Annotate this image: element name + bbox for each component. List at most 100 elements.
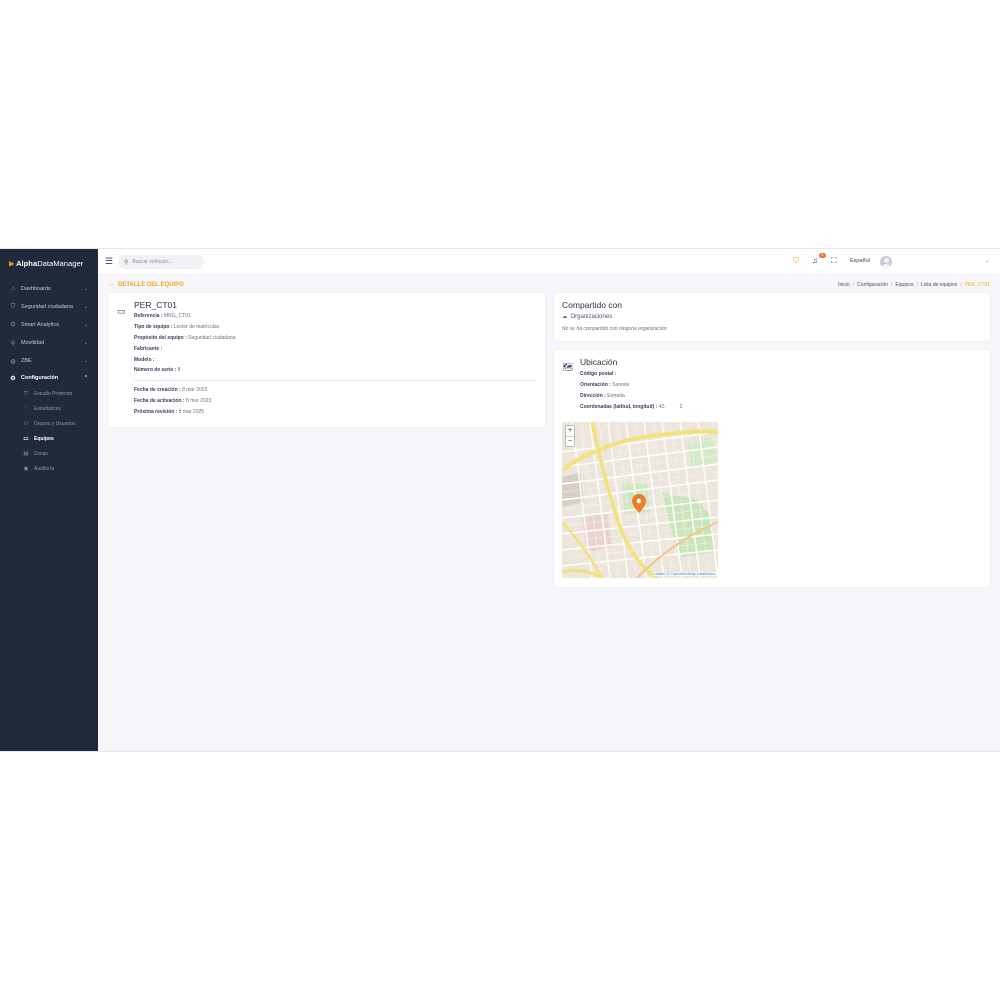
field-value: Entrada — [605, 393, 625, 399]
search-input[interactable] — [132, 259, 199, 265]
chart-icon: ⫶ — [25, 405, 27, 412]
app-frame: ⫸ Alpha DataManager ⌂ Dashboards ⌄ ⛉ Seg… — [0, 248, 1000, 752]
logo-bold-text: Alpha — [16, 258, 38, 268]
chevron-down-icon[interactable]: ⌄ — [985, 258, 989, 264]
page-title[interactable]: ← DETALLE DEL EQUIPO — [108, 281, 184, 288]
sidebar-subitem-label: Escudo Protector — [34, 391, 73, 397]
field-label: Fecha de activación : — [134, 398, 185, 404]
field-label: Dirección : — [580, 393, 606, 399]
user-avatar[interactable] — [880, 256, 892, 268]
logo-mark-icon: ⫸ — [9, 257, 15, 268]
field-referencia: Referencia : MRG_CT01 — [134, 313, 191, 319]
breadcrumb-item[interactable]: Inicio — [838, 282, 850, 288]
field-label: Código postal : — [580, 371, 617, 377]
sidebar-subitem-auditoria[interactable]: ◉ Auditoría — [0, 463, 98, 475]
sidebar-subitem-label: Estadísticas — [34, 406, 61, 412]
breadcrumb-item[interactable]: Configuración — [857, 282, 888, 288]
arrow-left-icon[interactable]: ← — [108, 281, 115, 288]
eye-icon: ◉ — [23, 466, 29, 472]
sidebar-item-smart-analytics[interactable]: ⛭ Smart Analytics ⌄ — [0, 318, 98, 332]
zone-icon: ▤ — [23, 451, 29, 457]
field-value: 8 mar 2025 — [177, 409, 205, 415]
sidebar-subitem-zonas[interactable]: ▤ Zonas — [0, 448, 98, 460]
field-fecha-activacion: Fecha de activación : 8 mar 2023 — [134, 398, 211, 404]
chevron-down-icon: ⌄ — [83, 358, 88, 364]
sidebar-subitem-grupos[interactable]: ⚇ Grupos y Usuarios — [0, 418, 98, 430]
sidebar-item-label: Dashboards — [21, 286, 51, 292]
field-numero-serie: Número de serie : 8 — [134, 367, 180, 373]
field-label: Fabricante : — [134, 346, 163, 352]
chevron-down-icon: ⌄ — [83, 340, 88, 346]
divider — [134, 380, 536, 381]
field-proposito: Propósito del equipo : Seguridad ciudada… — [134, 335, 235, 341]
sidebar-item-configuracion[interactable]: ⚙ Configuración ⌃ — [0, 371, 98, 385]
chevron-down-icon: ⌄ — [83, 304, 88, 310]
breadcrumb: Inicio / Configuración / Equipos / Lista… — [835, 282, 990, 288]
organizations-label: ☁ Organizaciones — [562, 314, 612, 320]
field-label: Fecha de creación : — [134, 387, 181, 393]
field-fecha-creacion: Fecha de creación : 8 mar 2023 — [134, 387, 207, 393]
map-attribution[interactable]: Leaflet | © OpenStreetMap contributors — [653, 572, 716, 576]
zoom-out-button[interactable]: − — [566, 436, 574, 446]
app-logo[interactable]: ⫸ Alpha DataManager — [0, 249, 98, 277]
breadcrumb-separator: / — [960, 282, 962, 288]
field-orientacion: Orientación : Sureste — [580, 382, 629, 388]
breadcrumb-current: PER_CT01 — [964, 282, 990, 288]
shared-with-title: Compartido con — [562, 300, 623, 310]
home-icon: ⌂ — [11, 286, 15, 292]
field-proxima-revision: Próxima revisión : 8 mar 2025 — [134, 409, 204, 415]
menu-toggle-icon[interactable]: ☰ — [105, 257, 113, 266]
chevron-down-icon: ⌄ — [83, 322, 88, 328]
sidebar-subitem-estadisticas[interactable]: ⫶ Estadísticas — [0, 403, 98, 415]
security-shield-icon[interactable]: ⛉ — [793, 256, 799, 266]
location-map[interactable]: + − Leaflet | © OpenStreetMap contributo… — [562, 422, 718, 578]
sidebar-item-label: Smart Analytics — [21, 322, 59, 328]
organizations-text: Organizaciones — [570, 314, 613, 320]
sidebar-subitem-escudo[interactable]: ⛉ Escudo Protector — [0, 388, 98, 400]
breadcrumb-separator: / — [852, 282, 855, 288]
sidebar-subitem-label: Grupos y Usuarios — [34, 421, 76, 427]
zbe-icon: ◍ — [10, 358, 16, 365]
breadcrumb-separator: / — [891, 282, 893, 288]
field-label: Referencia : — [134, 313, 163, 319]
breadcrumb-separator: / — [916, 282, 918, 288]
sidebar-item-label: Movilidad — [21, 340, 45, 346]
field-label: Orientación : — [580, 382, 611, 388]
field-value: Sureste — [610, 382, 630, 388]
field-value: 8 mar 2023 — [184, 398, 212, 404]
search-box[interactable]: ⚲ — [118, 255, 204, 269]
field-value: Lector de matrículas — [172, 324, 220, 330]
field-value: 8 mar 2023 — [180, 387, 208, 393]
zoom-in-button[interactable]: + — [566, 426, 574, 436]
search-icon: ⚲ — [124, 259, 129, 266]
breadcrumb-item[interactable]: Lista de equipos — [921, 282, 957, 288]
field-value: 42. 2. — [657, 404, 684, 410]
field-coordenadas: Coordenadas (latitud, longitud) : 42. 2. — [580, 404, 684, 410]
sidebar-item-zbe[interactable]: ◍ ZBE ⌄ — [0, 354, 98, 368]
sidebar-item-movilidad[interactable]: ⚲ Movilidad ⌄ — [0, 336, 98, 350]
field-label: Propósito del equipo : — [134, 335, 187, 341]
field-value: Seguridad ciudadana — [186, 335, 236, 341]
language-selector[interactable]: Español — [850, 258, 870, 264]
field-codigo-postal: Código postal : — [580, 371, 616, 377]
field-modelo: Modelo : — [134, 357, 155, 363]
camera-icon: ▭ — [23, 436, 29, 442]
chevron-down-icon: ⌄ — [83, 286, 88, 292]
fullscreen-icon[interactable]: ⛶ — [831, 256, 837, 266]
page-title-text: DETALLE DEL EQUIPO — [118, 281, 184, 288]
logo-text: DataManager — [37, 258, 84, 268]
bell-icon[interactable]: ♫ — [812, 256, 818, 266]
breadcrumb-item[interactable]: Equipos — [895, 282, 913, 288]
chevron-up-icon: ⌃ — [83, 375, 88, 381]
field-label: Próxima revisión : — [134, 409, 178, 415]
field-label: Coordenadas (latitud, longitud) : — [580, 404, 658, 410]
sidebar-item-dashboards[interactable]: ⌂ Dashboards ⌄ — [0, 282, 98, 296]
equipment-name: PER_CT01 — [134, 300, 177, 310]
sidebar-subitem-equipos[interactable]: ▭ Equipos — [0, 433, 98, 445]
sidebar-item-seguridad[interactable]: ⛉ Seguridad ciudadana ⌄ — [0, 300, 98, 314]
users-icon: ⚇ — [23, 421, 29, 427]
sidebar-item-label: ZBE — [21, 358, 32, 364]
shared-with-card: Compartido con ☁ Organizaciones No se ha… — [554, 293, 990, 341]
gear-icon: ⚙ — [10, 375, 16, 382]
analytics-icon: ⛭ — [10, 321, 16, 328]
